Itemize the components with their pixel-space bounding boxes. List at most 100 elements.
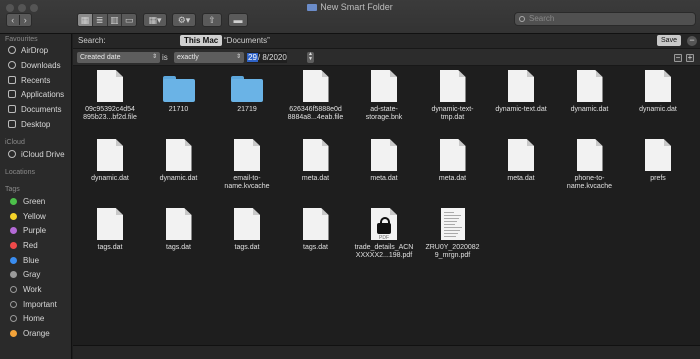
date-day-segment[interactable]: 29 — [247, 53, 258, 62]
file-item[interactable]: dynamic-text-tmp.dat — [419, 70, 487, 136]
search-field[interactable]: Search — [514, 12, 696, 26]
sidebar-item-label: AirDrop — [21, 45, 49, 55]
sidebar-item-icloud-drive[interactable]: iCloud Drive — [8, 148, 65, 160]
attribute-popup[interactable]: Created date ⇕ — [77, 52, 160, 63]
file-item[interactable]: dynamic.dat — [76, 139, 144, 205]
chevron-left-icon[interactable]: ‹ — [7, 15, 19, 25]
sidebar-item-documents[interactable]: Documents — [8, 103, 61, 115]
sidebar-tag-important[interactable]: Important — [8, 298, 57, 310]
sidebar-item-label: Red — [23, 240, 38, 250]
section-locations: Locations — [5, 169, 35, 176]
file-item[interactable]: tags.dat — [76, 208, 144, 274]
file-item[interactable]: dynamic.dat — [624, 70, 692, 136]
file-item[interactable]: meta.dat — [487, 139, 555, 205]
remove-criterion-button[interactable]: − — [674, 54, 682, 62]
group-by-button[interactable]: ▦▾ — [143, 13, 167, 27]
smart-folder-icon — [307, 4, 318, 11]
sidebar-item-applications[interactable]: Applications — [8, 88, 64, 100]
sidebar-item-desktop[interactable]: Desktop — [8, 118, 50, 130]
operator-value: exactly — [177, 54, 199, 61]
sidebar-tag-yellow[interactable]: Yellow — [8, 210, 46, 222]
file-name: tags.dat — [234, 244, 260, 251]
file-name: dynamic.dat — [639, 106, 677, 113]
scope-documents-button[interactable]: “Documents” — [224, 36, 270, 45]
file-name: 626346f5888e0d 8884a8...4eab.file — [287, 106, 344, 121]
file-item[interactable]: 09c95392c4d54 895b23...bf2d.file — [76, 70, 144, 136]
file-item[interactable]: email-to-name.kvcache — [213, 139, 281, 205]
window-toolbar: New Smart Folder ‹ › ▦ ≣ ▥ ▭ ▦▾ ⚙▾ ⇧ ▬ Se… — [0, 0, 700, 34]
file-item[interactable]: PDF trade_details_ACN XXXXX2...198.pdf — [350, 208, 418, 274]
file-name: tags.dat — [166, 244, 191, 251]
file-item[interactable]: ZRU0Y_2020082 9_mrgn.pdf — [419, 208, 487, 274]
file-name: tags.dat — [97, 244, 123, 251]
sidebar-tag-blue[interactable]: Blue — [8, 254, 39, 266]
file-item[interactable]: tags.dat — [282, 208, 350, 274]
sidebar-item-airdrop[interactable]: AirDrop — [8, 44, 48, 56]
sidebar-item-label: Documents — [21, 104, 62, 114]
file-name: email-to-name.kvcache — [224, 175, 270, 190]
document-icon — [576, 70, 603, 102]
grid-icon: ▦▾ — [148, 14, 162, 25]
back-forward-control: ‹ › — [6, 13, 32, 27]
list-view-icon[interactable]: ≣ — [91, 14, 107, 26]
column-view-icon[interactable]: ▥ — [106, 14, 122, 26]
document-icon — [165, 208, 192, 240]
file-item[interactable]: tags.dat — [213, 208, 281, 274]
cloud-icon — [8, 150, 16, 158]
folder-icon — [231, 76, 263, 102]
folder-item[interactable]: 21719 — [213, 70, 281, 136]
save-button[interactable]: Save — [657, 35, 681, 46]
sidebar-item-label: iCloud Drive — [21, 149, 65, 159]
sidebar-tag-work[interactable]: Work — [8, 283, 42, 295]
sidebar-item-downloads[interactable]: Downloads — [8, 59, 61, 71]
file-item[interactable]: prefs — [624, 139, 692, 205]
sidebar-item-recents[interactable]: Recents — [8, 74, 50, 86]
file-item[interactable]: dynamic-text.dat — [487, 70, 555, 136]
file-item[interactable]: dynamic.dat — [556, 70, 624, 136]
document-icon — [302, 70, 329, 102]
sidebar-tag-red[interactable]: Red — [8, 239, 38, 251]
file-item[interactable]: ad-state-storage.bnk — [350, 70, 418, 136]
file-name: dynamic-text.dat — [495, 106, 547, 113]
document-icon — [645, 139, 671, 171]
file-item[interactable]: meta.dat — [350, 139, 418, 205]
date-stepper[interactable]: ▲ ▼ — [307, 52, 314, 63]
file-item[interactable]: meta.dat — [419, 139, 487, 205]
file-name: prefs — [650, 175, 666, 182]
date-rest-segment[interactable]: / 8/2020 — [258, 53, 287, 62]
remove-search-button[interactable]: − — [687, 36, 697, 46]
folder-item[interactable]: 21710 — [145, 70, 213, 136]
chevron-right-icon[interactable]: › — [18, 15, 32, 25]
sidebar-item-label: Blue — [23, 255, 40, 265]
date-field[interactable]: 29/ 8/2020 — [247, 52, 287, 63]
sidebar-tag-home[interactable]: Home — [8, 312, 44, 324]
scope-this-mac-button[interactable]: This Mac — [180, 35, 223, 46]
icon-view-icon[interactable]: ▦ — [78, 14, 92, 26]
sidebar-item-label: Desktop — [21, 119, 51, 129]
file-name: meta.dat — [301, 175, 330, 182]
file-name: meta.dat — [438, 175, 467, 182]
file-name: dynamic-text-tmp.dat — [431, 106, 474, 121]
sidebar-item-label: Gray — [23, 269, 41, 279]
file-item[interactable]: dynamic.dat — [145, 139, 213, 205]
operator-popup[interactable]: exactly ⇕ — [174, 52, 244, 63]
file-item[interactable]: phone-to-name.kvcache — [556, 139, 624, 205]
add-criterion-button[interactable]: + — [686, 54, 694, 62]
search-placeholder: Search — [529, 14, 555, 23]
sidebar-tag-orange[interactable]: Orange — [8, 327, 50, 339]
document-icon — [97, 208, 123, 240]
file-item[interactable]: 626346f5888e0d 8884a8...4eab.file — [282, 70, 350, 136]
tag-button[interactable]: ▬ — [228, 13, 248, 27]
gallery-view-icon[interactable]: ▭ — [121, 14, 136, 26]
share-button[interactable]: ⇧ — [202, 13, 222, 27]
action-button[interactable]: ⚙▾ — [172, 13, 196, 27]
sidebar-tag-green[interactable]: Green — [8, 195, 45, 207]
share-icon: ⇧ — [208, 14, 216, 25]
search-scope-label: Search: — [78, 36, 106, 45]
applications-icon — [8, 90, 16, 98]
file-item[interactable]: meta.dat — [282, 139, 350, 205]
tag-dot-icon — [10, 226, 17, 234]
file-item[interactable]: tags.dat — [145, 208, 213, 274]
sidebar-tag-purple[interactable]: Purple — [8, 224, 46, 236]
sidebar-tag-gray[interactable]: Gray — [8, 268, 40, 280]
